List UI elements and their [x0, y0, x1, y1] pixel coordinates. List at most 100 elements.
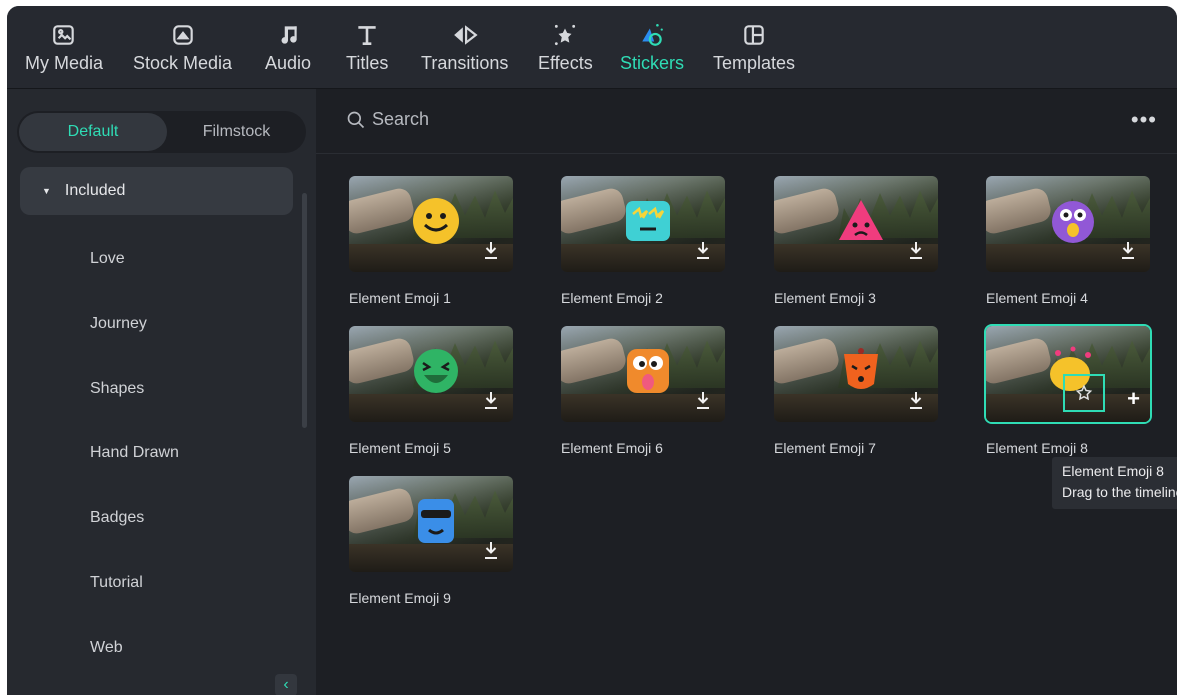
smiley-emoji-icon	[411, 196, 461, 246]
download-icon[interactable]	[483, 240, 499, 260]
sticker-card[interactable]: Element Emoji 2	[561, 176, 725, 306]
sidebar-scrollbar[interactable]	[302, 193, 307, 428]
category-label: Included	[64, 182, 126, 199]
sticker-title: Element Emoji 7	[774, 440, 876, 456]
sticker-card[interactable]: + Element Emoji 8	[986, 326, 1150, 456]
music-note-icon	[275, 20, 301, 50]
tab-label: Audio	[265, 53, 312, 73]
tooltip-title: Element Emoji 8	[1062, 463, 1164, 479]
laughing-emoji-icon	[411, 346, 461, 396]
star-outline-icon	[1075, 384, 1093, 401]
sticker-thumbnail[interactable]	[774, 326, 938, 422]
tab-stock-media[interactable]: Stock Media	[133, 20, 232, 82]
download-icon[interactable]	[1120, 240, 1136, 260]
tab-stickers[interactable]: Stickers	[620, 20, 684, 82]
thumbnail-background	[349, 486, 417, 536]
tab-label: Titles	[346, 53, 389, 73]
category-included[interactable]: ▼ Included	[20, 167, 293, 215]
sticker-card[interactable]: Element Emoji 1	[349, 176, 513, 306]
sticker-card[interactable]: Element Emoji 5	[349, 326, 513, 456]
sunglasses-emoji-icon	[411, 496, 461, 546]
expand-triangle-icon: ▼	[42, 186, 51, 196]
category-sidebar: Default Filmstock ▼ Included Love Journe…	[7, 89, 316, 695]
tab-transitions[interactable]: Transitions	[421, 20, 508, 82]
search-input[interactable]: Search	[346, 109, 429, 130]
search-placeholder: Search	[372, 109, 430, 129]
drag-tooltip: Element Emoji 8 Drag to the timeline	[1052, 457, 1177, 509]
thumbnail-background	[349, 336, 417, 386]
templates-icon	[741, 20, 767, 50]
tooltip-hint: Drag to the timeline	[1062, 484, 1177, 500]
favorite-star-button[interactable]	[1063, 374, 1105, 412]
thumbnail-background	[986, 186, 1054, 236]
sticker-title: Element Emoji 6	[561, 440, 663, 456]
sticker-card[interactable]: Element Emoji 6	[561, 326, 725, 456]
tab-titles[interactable]: Titles	[346, 20, 388, 82]
thumbnail-background	[774, 186, 842, 236]
transitions-icon	[452, 20, 478, 50]
media-icon	[51, 20, 77, 50]
thumbnail-background	[986, 336, 1054, 386]
sticker-card[interactable]: Element Emoji 9	[349, 476, 513, 606]
category-tutorial[interactable]: Tutorial	[90, 574, 143, 592]
sad-triangle-emoji-icon	[836, 196, 886, 246]
sticker-thumbnail[interactable]: +	[986, 326, 1150, 422]
sticker-thumbnail[interactable]	[349, 176, 513, 272]
sticker-thumbnail[interactable]	[561, 326, 725, 422]
tab-my-media[interactable]: My Media	[25, 20, 103, 82]
collapse-sidebar-button[interactable]: ‹	[275, 674, 297, 695]
download-icon[interactable]	[483, 540, 499, 560]
top-nav: My Media Stock Media Audio Titles Transi…	[7, 6, 1177, 89]
thumbnail-background	[349, 186, 417, 236]
tongue-emoji-icon	[623, 346, 673, 396]
download-icon[interactable]	[695, 390, 711, 410]
text-t-icon	[354, 20, 380, 50]
sticker-thumbnail[interactable]	[986, 176, 1150, 272]
sticker-card[interactable]: Element Emoji 4	[986, 176, 1150, 306]
category-shapes[interactable]: Shapes	[90, 380, 144, 398]
add-to-timeline-button[interactable]: +	[1127, 386, 1140, 412]
tab-label: Transitions	[421, 53, 509, 73]
thumbnail-background	[774, 336, 842, 386]
download-icon[interactable]	[908, 390, 924, 410]
sticker-title: Element Emoji 1	[349, 290, 451, 306]
sticker-title: Element Emoji 3	[774, 290, 876, 306]
sticker-title: Element Emoji 5	[349, 440, 451, 456]
tab-templates[interactable]: Templates	[713, 20, 795, 82]
stickers-icon	[639, 20, 665, 50]
default-library-button[interactable]: Default	[19, 113, 167, 151]
thumbnail-background	[561, 186, 629, 236]
tab-label: Stock Media	[133, 53, 233, 73]
tab-audio[interactable]: Audio	[265, 20, 311, 82]
sticker-title: Element Emoji 8	[986, 440, 1088, 456]
sticker-thumbnail[interactable]	[349, 476, 513, 572]
tab-label: Templates	[713, 53, 796, 73]
category-badges[interactable]: Badges	[90, 509, 144, 527]
sticker-card[interactable]: Element Emoji 3	[774, 176, 938, 306]
sticker-thumbnail[interactable]	[349, 326, 513, 422]
sticker-title: Element Emoji 9	[349, 590, 451, 606]
thumbnail-background	[561, 336, 629, 386]
app-window: My Media Stock Media Audio Titles Transi…	[7, 6, 1177, 695]
tab-effects[interactable]: Effects	[538, 20, 593, 82]
more-options-button[interactable]: •••	[1131, 109, 1157, 131]
search-icon	[347, 111, 365, 128]
category-love[interactable]: Love	[90, 250, 125, 268]
sticker-card[interactable]: Element Emoji 7	[774, 326, 938, 456]
category-hand-drawn[interactable]: Hand Drawn	[90, 444, 179, 462]
download-icon[interactable]	[483, 390, 499, 410]
stock-media-icon	[170, 20, 196, 50]
library-toggle: Default Filmstock	[17, 111, 306, 153]
sticker-library: Search ••• Element Emoji 1 Element Emoji…	[316, 89, 1177, 695]
effects-star-icon	[552, 20, 578, 50]
download-icon[interactable]	[908, 240, 924, 260]
category-web[interactable]: Web	[90, 639, 123, 657]
category-journey[interactable]: Journey	[90, 315, 147, 333]
download-icon[interactable]	[695, 240, 711, 260]
tab-label: Effects	[538, 53, 593, 73]
sticker-thumbnail[interactable]	[774, 176, 938, 272]
filmstock-library-button[interactable]: Filmstock	[167, 111, 306, 153]
sticker-thumbnail[interactable]	[561, 176, 725, 272]
chevron-left-icon: ‹	[283, 676, 289, 693]
shocked-emoji-icon	[1048, 196, 1098, 246]
